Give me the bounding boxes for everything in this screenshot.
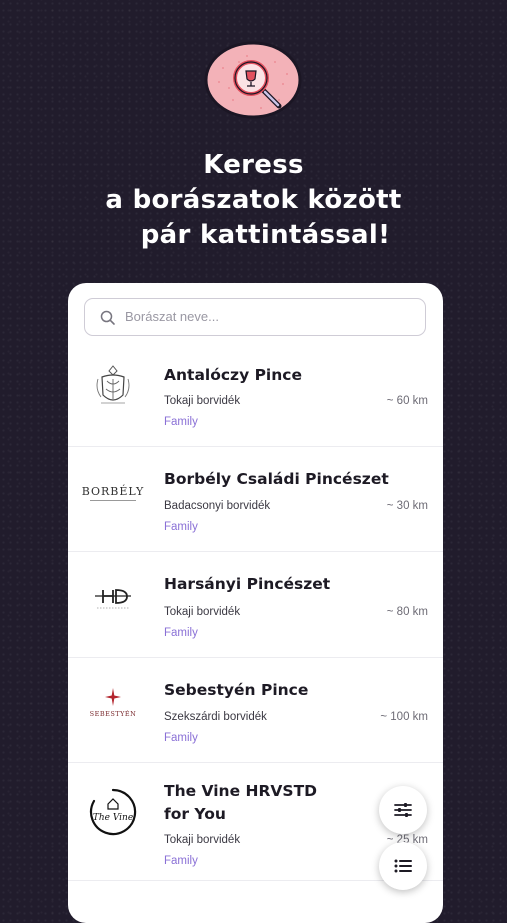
- winery-region: Tokaji borvidék: [164, 395, 241, 407]
- headline: Keress a borászatok között pár kattintás…: [0, 148, 507, 253]
- winery-distance: ~ 30 km: [386, 500, 428, 512]
- winery-name-line-2: for You: [164, 805, 226, 823]
- sliders-icon: [394, 803, 412, 817]
- the-vine-logo-text: The Vine: [92, 813, 134, 823]
- headline-line-2: a borászatok között: [105, 185, 402, 215]
- search-input[interactable]: Borászat neve...: [84, 298, 426, 336]
- winery-distance: ~ 80 km: [386, 606, 428, 618]
- winery-name: Borbély Családi Pincészet: [164, 470, 389, 488]
- winery-region: Szekszárdi borvidék: [164, 711, 267, 723]
- winery-tag: Family: [164, 416, 198, 428]
- winery-name: Sebestyén Pince: [164, 681, 309, 699]
- list-icon: [394, 859, 412, 873]
- winery-row-harsanyi[interactable]: Harsányi Pincészet Tokaji borvidék ~ 80 …: [68, 551, 443, 658]
- list-view-button[interactable]: [379, 842, 427, 890]
- winery-distance: ~ 60 km: [386, 395, 428, 407]
- winery-tag: Family: [164, 855, 198, 867]
- winery-tag: Family: [164, 627, 198, 639]
- winery-row-antaloczy[interactable]: Antalóczy Pince Tokaji borvidék ~ 60 km …: [68, 338, 443, 447]
- sebestyen-logo: SEBESTYÉN: [84, 679, 142, 727]
- star-icon: [105, 688, 121, 706]
- hd-logo: [84, 577, 142, 621]
- winery-name: Harsányi Pincészet: [164, 575, 331, 593]
- the-vine-logo: The Vine: [84, 786, 142, 838]
- winery-region: Tokaji borvidék: [164, 606, 241, 618]
- winery-tag: Family: [164, 732, 198, 744]
- winery-region: Badacsonyi borvidék: [164, 500, 271, 512]
- winery-row-sebestyen[interactable]: SEBESTYÉN Sebestyén Pince Szekszárdi bor…: [68, 657, 443, 763]
- headline-line-3: pár kattintással!: [140, 220, 391, 250]
- winery-name-line-1: The Vine HRVSTD: [164, 782, 318, 800]
- borbely-logo-text: BORBÉLY: [81, 485, 145, 498]
- winery-distance: ~ 100 km: [380, 711, 428, 723]
- sebestyen-logo-text: SEBESTYÉN: [89, 710, 137, 718]
- winery-region: Tokaji borvidék: [164, 834, 241, 846]
- borbely-logo: BORBÉLY: [81, 471, 145, 515]
- hero-badge-icon: [203, 38, 303, 120]
- headline-line-1: Keress: [203, 150, 304, 180]
- winery-tag: Family: [164, 521, 198, 533]
- winery-name: Antalóczy Pince: [164, 366, 302, 384]
- winery-row-borbely[interactable]: BORBÉLY Borbély Családi Pincészet Badacs…: [68, 446, 443, 552]
- filter-button[interactable]: [379, 786, 427, 834]
- crest-logo: [84, 360, 142, 412]
- search-placeholder: Borászat neve...: [125, 309, 219, 324]
- search-icon: [99, 309, 117, 327]
